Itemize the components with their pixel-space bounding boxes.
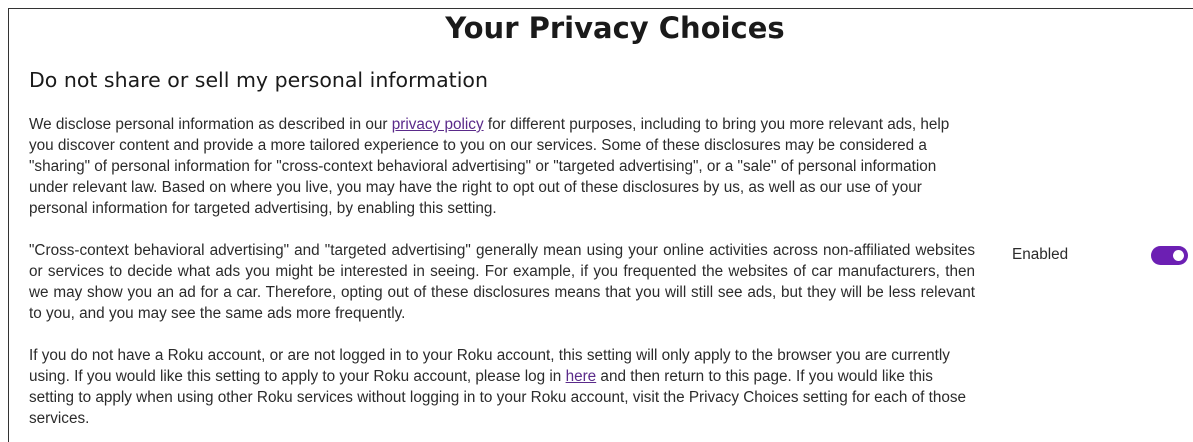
- section-title: Do not share or sell my personal informa…: [29, 68, 488, 92]
- page-title: Your Privacy Choices: [445, 11, 785, 45]
- toggle-knob: [1173, 250, 1184, 261]
- disclosure-paragraph: We disclose personal information as desc…: [29, 114, 975, 219]
- login-here-link[interactable]: here: [566, 368, 597, 385]
- setting-status-label: Enabled: [1012, 246, 1069, 263]
- paragraph-text: We disclose personal information as desc…: [29, 116, 392, 133]
- opt-out-toggle[interactable]: [1151, 246, 1188, 265]
- advertising-definition-paragraph: "Cross-context behavioral advertising" a…: [29, 242, 975, 322]
- account-info-paragraph: If you do not have a Roku account, or ar…: [29, 345, 975, 429]
- privacy-policy-link[interactable]: privacy policy: [392, 116, 484, 133]
